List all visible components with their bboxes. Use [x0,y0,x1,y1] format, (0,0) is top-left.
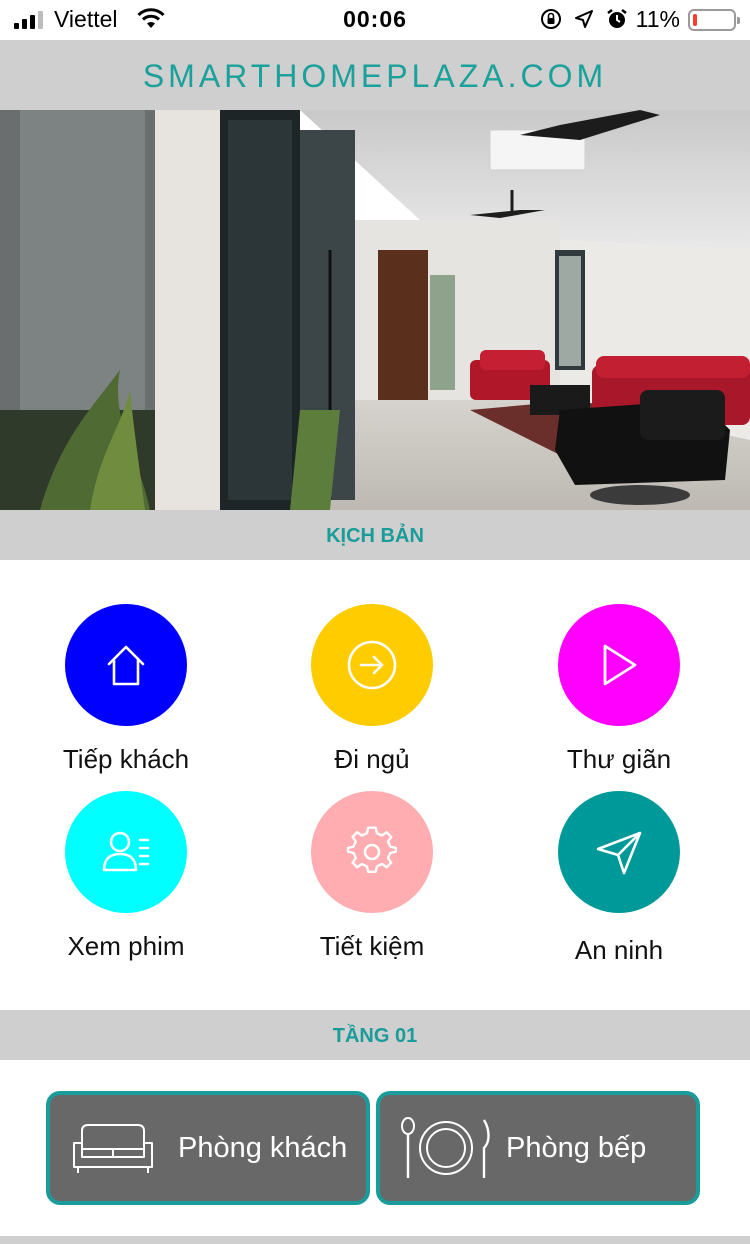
scene-di-ngu[interactable]: Đi ngủ [272,604,472,775]
room-phong-bep-button[interactable]: Phòng bếp [376,1091,700,1205]
gear-icon [346,826,398,874]
floor-section-title: TẦNG 01 [332,1025,418,1047]
send-icon [596,831,642,875]
scenes-section-header: KỊCH BẢN [0,510,750,560]
room-label: Phòng bếp [506,1131,647,1164]
status-bar: Viettel 00:06 11% [0,0,750,40]
battery-level [693,14,697,26]
scene-label: Tiếp khách [62,744,190,774]
scene-tiep-khach-circle[interactable] [65,604,187,726]
living-room-photo [0,110,750,510]
battery-icon [688,9,740,31]
contact-list-icon [102,831,150,872]
bottom-divider [0,1236,750,1244]
sofa-icon [73,1124,153,1173]
battery-percent: 11% [635,6,680,32]
plate-cutlery-icon [401,1117,490,1178]
scene-xem-phim-circle[interactable] [65,791,187,913]
alarm-icon [607,9,627,28]
room-phong-khach-button[interactable]: Phòng khách [46,1091,370,1205]
scene-label: Tiết kiệm [319,931,425,961]
scene-thu-gian-circle[interactable] [558,604,680,726]
scene-label: Đi ngủ [334,744,410,774]
scene-tiet-kiem-circle[interactable] [311,791,433,913]
scene-tiep-khach[interactable]: Tiếp khách [26,604,226,775]
brand-header: SMARTHOMEPLAZA.COM [0,40,750,110]
scene-label: An ninh [574,935,664,965]
scene-thu-gian[interactable]: Thư giãn [519,604,719,775]
brand-title: SMARTHOMEPLAZA.COM [142,58,608,94]
scene-tiet-kiem[interactable]: Tiết kiệm [272,791,472,962]
scene-di-ngu-circle[interactable] [311,604,433,726]
home-icon [107,645,145,686]
room-label: Phòng khách [178,1131,348,1164]
rotation-lock-icon [541,9,561,29]
floor-section-header: TẦNG 01 [0,1010,750,1060]
app-screen: Viettel 00:06 11% SMARTHOMEPLAZA.COM KỊC… [0,0,750,1244]
location-icon [575,10,593,28]
scenes-section-title: KỊCH BẢN [326,525,424,547]
status-icons [540,8,628,30]
scene-an-ninh[interactable]: An ninh [519,791,719,966]
arrow-right-circle-icon [347,640,397,690]
scene-xem-phim[interactable]: Xem phim [26,791,226,962]
scene-label: Xem phim [67,931,185,961]
scene-an-ninh-circle[interactable] [558,791,680,913]
scene-label: Thư giãn [566,744,672,774]
play-icon [603,644,637,686]
